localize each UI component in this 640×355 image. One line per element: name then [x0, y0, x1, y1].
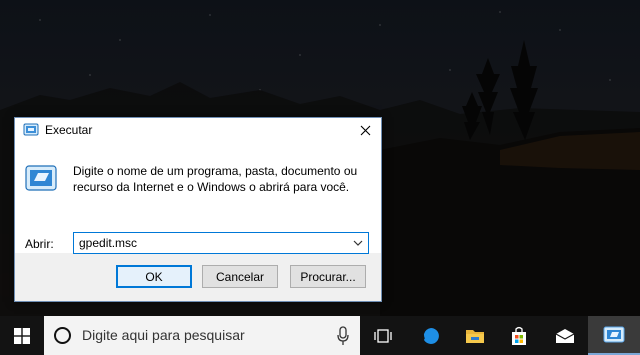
store-icon — [512, 326, 526, 345]
taskbar-search-box[interactable]: Digite aqui para pesquisar — [44, 316, 360, 355]
taskbar: Digite aqui para pesquisar — [0, 316, 640, 355]
dialog-content: Digite o nome de um programa, pasta, doc… — [15, 142, 381, 254]
mail-button[interactable] — [542, 316, 588, 355]
run-dialog: Executar Digite o nome de um programa, p… — [14, 117, 382, 302]
close-icon — [360, 125, 370, 135]
windows-start-icon — [14, 327, 30, 344]
task-view-icon — [374, 328, 392, 343]
dialog-description: Digite o nome de um programa, pasta, doc… — [73, 164, 358, 194]
store-button[interactable] — [496, 316, 542, 355]
button-bar: OK Cancelar Procurar... — [15, 253, 381, 303]
browse-button[interactable]: Procurar... — [290, 265, 366, 288]
run-app-button[interactable] — [588, 316, 640, 355]
cancel-button[interactable]: Cancelar — [202, 265, 278, 288]
start-button[interactable] — [0, 316, 44, 355]
search-placeholder[interactable]: Digite aqui para pesquisar — [82, 327, 245, 343]
edge-button[interactable] — [408, 316, 454, 355]
run-app-icon — [603, 326, 625, 342]
cortana-icon[interactable] — [54, 327, 71, 344]
run-program-icon — [25, 165, 57, 191]
edge-icon — [423, 327, 439, 344]
dialog-title: Executar — [45, 123, 93, 137]
task-view-button[interactable] — [360, 316, 406, 355]
open-input[interactable]: gpedit.msc — [79, 236, 137, 250]
open-label: Abrir: — [25, 237, 54, 251]
run-icon — [23, 123, 39, 136]
file-explorer-icon — [466, 329, 484, 343]
mail-icon — [555, 328, 575, 343]
microphone-icon[interactable] — [336, 326, 350, 346]
chevron-down-icon[interactable] — [352, 237, 364, 249]
file-explorer-button[interactable] — [452, 316, 498, 355]
open-combobox[interactable]: gpedit.msc — [73, 232, 369, 254]
close-button[interactable] — [349, 118, 381, 142]
title-bar[interactable]: Executar — [15, 118, 381, 142]
ok-button[interactable]: OK — [116, 265, 192, 288]
